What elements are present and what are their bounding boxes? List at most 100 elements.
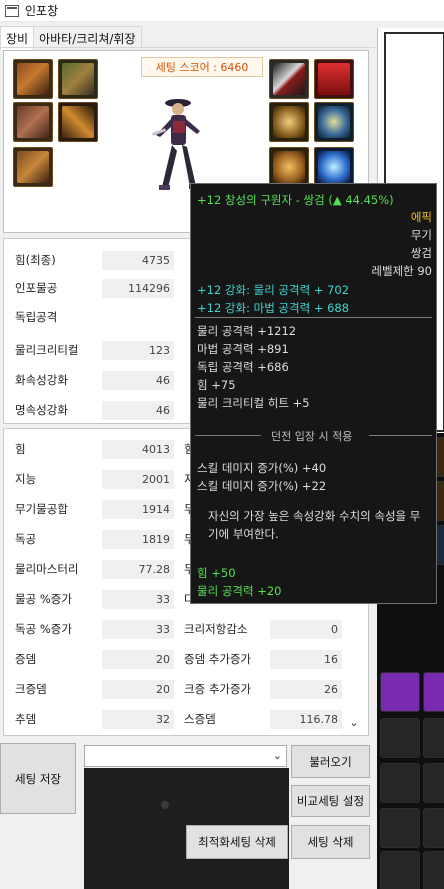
item-stat: 독립 공격력 +686 — [197, 360, 289, 374]
stat-value: 26 — [270, 680, 342, 699]
stat-label: 독립공격 — [15, 310, 58, 324]
stat-row: 물리크리티컬 — [15, 340, 78, 360]
stat-value: 20 — [102, 650, 174, 669]
equip-slot-shoulder[interactable] — [13, 59, 53, 99]
stat-label: 물리마스터리 — [15, 562, 79, 576]
window-title: 인포창 — [25, 4, 59, 18]
stat-value: 20 — [102, 680, 174, 699]
stat-value: 32 — [102, 710, 174, 729]
equip-slot-bottom[interactable] — [13, 102, 53, 142]
stat-label: 스증뎀 — [184, 712, 216, 726]
stat-value: 2001 — [102, 470, 174, 489]
stat-value: 1914 — [102, 500, 174, 519]
dungeon-option: 스킬 데미지 증가(%) +22 — [197, 479, 327, 493]
inventory-slot[interactable] — [423, 718, 444, 758]
equip-slot-sub[interactable] — [269, 147, 309, 187]
item-level-requirement: 레벨제한 90 — [371, 264, 432, 278]
stat-row: 독공 %증가 — [15, 619, 72, 639]
stat-label: 크증 추가증가 — [184, 682, 252, 696]
separator — [195, 317, 432, 318]
stat-label: 인포물공 — [15, 281, 58, 295]
stat-label: 물공 %증가 — [15, 592, 72, 606]
equip-slot-shoes[interactable] — [13, 147, 53, 187]
stat-label: 명속성강화 — [15, 403, 68, 417]
stat-row: 힘 — [15, 439, 26, 459]
stat-value: 77.28 — [102, 560, 174, 579]
stat-label: 증뎀 추가증가 — [184, 652, 252, 666]
bonus-stat: 힘 +50 — [197, 566, 236, 580]
inventory-slot[interactable] — [423, 672, 444, 712]
window: 인포창 장비 아바타/크리쳐/휘장 세팅 스코어 : 6460 힘(최종) 47… — [0, 0, 444, 889]
save-setting-button[interactable]: 세팅 저장 — [0, 743, 76, 814]
stat-row: 증뎀 — [15, 649, 36, 669]
stat-label: 크리저항감소 — [184, 622, 248, 636]
chevron-down-icon: ⌄ — [272, 749, 282, 762]
stat-row: 명속성강화 — [15, 400, 68, 420]
item-description: 기에 부여한다. — [208, 527, 279, 541]
tab-strip: 장비 아바타/크리쳐/휘장 — [0, 26, 142, 50]
separator — [195, 435, 261, 436]
inventory-slot[interactable] — [380, 718, 420, 758]
equip-slot-top[interactable] — [58, 59, 98, 99]
inventory-slot[interactable] — [380, 672, 420, 712]
stat-value: 4735 — [102, 251, 174, 270]
stat-value: 16 — [270, 650, 342, 669]
dungeon-option: 스킬 데미지 증가(%) +40 — [197, 461, 327, 475]
load-button[interactable]: 불러오기 — [291, 745, 370, 778]
stat-value: 116.78 — [270, 710, 342, 729]
setting-select[interactable]: ⌄ — [84, 745, 287, 767]
stat-row: 물리마스터리 — [15, 559, 78, 579]
stat-row: 독공 — [15, 529, 36, 549]
equip-slot-belt[interactable] — [58, 102, 98, 142]
item-type: 쌍검 — [410, 246, 432, 260]
item-stat: 마법 공격력 +891 — [197, 342, 289, 356]
stat-row: 인포물공 — [15, 278, 57, 298]
inventory-slot[interactable] — [380, 763, 420, 803]
stat-row: 화속성강화 — [15, 370, 68, 390]
delete-setting-button[interactable]: 세팅 삭제 — [291, 825, 370, 859]
item-stat: 물리 공격력 +1212 — [197, 324, 297, 338]
stat-value: 123 — [102, 341, 174, 360]
inventory-slot[interactable] — [423, 851, 444, 889]
stat-row: 스증뎀 — [184, 709, 216, 729]
tab-divider — [0, 47, 375, 48]
stat-value: 33 — [102, 590, 174, 609]
stat-value: 4013 — [102, 440, 174, 459]
equip-slot-title[interactable] — [314, 59, 354, 99]
setting-score: 세팅 스코어 : 6460 — [141, 57, 263, 77]
chevron-down-icon[interactable]: ⌄ — [346, 714, 362, 730]
stat-value: 0 — [270, 620, 342, 639]
inventory-slot[interactable] — [423, 808, 444, 848]
stat-row: 크증 추가증가 — [184, 679, 251, 699]
stat-row: 증뎀 추가증가 — [184, 649, 251, 669]
inventory-slot[interactable] — [423, 763, 444, 803]
inventory-slot[interactable] — [380, 808, 420, 848]
stat-row: 추뎀 — [15, 709, 36, 729]
reinforce-physical: +12 강화: 물리 공격력 + 702 — [197, 283, 350, 297]
stat-row: 물공 %증가 — [15, 589, 72, 609]
compare-setting-button[interactable]: 비교세팅 설정 — [291, 785, 370, 817]
stat-value: 114296 — [102, 279, 174, 298]
item-stat: 물리 크리티컬 히트 +5 — [197, 396, 310, 410]
stat-row: 힘(최종) — [15, 250, 56, 270]
stat-value: 33 — [102, 620, 174, 639]
tab-avatar-creature-emblem[interactable]: 아바타/크리쳐/휘장 — [33, 26, 142, 48]
stat-label: 힘(최종) — [15, 253, 56, 267]
item-category: 무기 — [410, 228, 432, 242]
stat-label: 힘 — [15, 442, 26, 456]
equip-slot-necklace[interactable] — [314, 102, 354, 142]
equip-slot-ring[interactable] — [314, 147, 354, 187]
stat-row: 독립공격 — [15, 307, 57, 327]
stat-label: 화속성강화 — [15, 373, 68, 387]
app-window-icon — [5, 4, 19, 17]
bonus-stat: 물리 공격력 +20 — [197, 584, 282, 598]
inventory-slot[interactable] — [380, 851, 420, 889]
stat-label: 독공 — [15, 532, 37, 546]
equip-slot-bracelet[interactable] — [269, 102, 309, 142]
delete-optimized-setting-button[interactable]: 최적화세팅 삭제 — [186, 825, 288, 859]
stat-row: 무기물공합 — [15, 499, 68, 519]
stat-value: 1819 — [102, 530, 174, 549]
item-description: 자신의 가장 높은 속성강화 수치의 속성을 무 — [208, 509, 421, 523]
stat-label: 무기물공합 — [15, 502, 68, 516]
equip-slot-weapon[interactable] — [269, 59, 309, 99]
